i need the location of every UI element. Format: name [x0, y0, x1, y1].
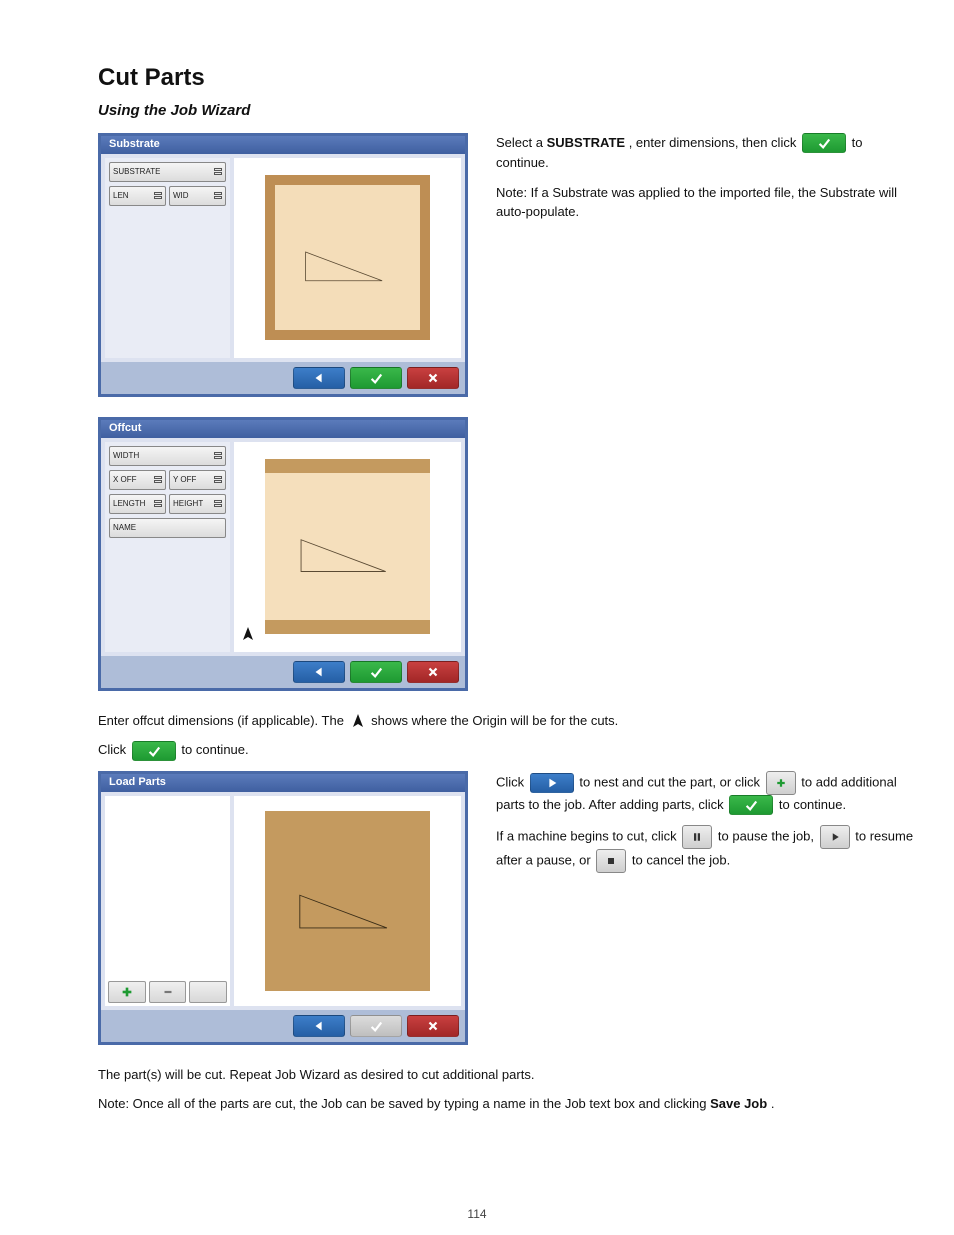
substrate-preview	[234, 158, 461, 358]
footer-p1: The part(s) will be cut. Repeat Job Wiza…	[98, 1065, 874, 1085]
substrate-dialog-footer	[101, 362, 465, 394]
footer-key: Save Job	[710, 1096, 767, 1111]
loadparts-dialog-footer	[101, 1010, 465, 1042]
wedge-shape	[298, 890, 389, 933]
loadparts-btn-row	[105, 978, 230, 1006]
spinner-icon	[214, 452, 222, 459]
substrate-field-label: SUBSTRATE	[113, 166, 160, 178]
play-icon	[530, 773, 574, 793]
spinner-icon	[214, 476, 222, 483]
step8-p1a: Click	[496, 774, 528, 789]
spinner-icon	[214, 500, 222, 507]
offcut-dialog-title: Offcut	[101, 420, 465, 438]
footer-p2b: .	[771, 1096, 775, 1111]
footer-text: The part(s) will be cut. Repeat Job Wiza…	[98, 1065, 874, 1114]
step8-p2d: to cancel the job.	[632, 853, 730, 868]
add-icon	[766, 771, 796, 795]
pause-icon	[682, 825, 712, 849]
page-title: Cut Parts	[98, 60, 914, 96]
step7-p2b: to continue.	[181, 742, 248, 757]
back-button[interactable]	[293, 661, 345, 683]
step8-p2a: If a machine begins to cut, click	[496, 829, 680, 844]
orientation-icon	[240, 626, 256, 648]
loadparts-side-panel	[105, 796, 230, 1006]
substrate-frame	[265, 175, 430, 340]
substrate-side-panel: SUBSTRATE LEN WID	[105, 158, 230, 358]
spinner-icon	[154, 476, 162, 483]
step8-text: Click to nest and cut the part, or click…	[478, 771, 914, 884]
step7-text: Enter offcut dimensions (if applicable).…	[98, 711, 874, 761]
length-field[interactable]: LEN	[109, 186, 166, 206]
offcut-preview	[234, 442, 461, 652]
offcut-width-field[interactable]: WIDTH	[109, 446, 226, 466]
loadparts-frame	[265, 811, 430, 991]
blank-button[interactable]	[189, 981, 227, 1003]
spinner-icon	[154, 192, 162, 199]
back-button[interactable]	[293, 1015, 345, 1037]
substrate-dialog-title: Substrate	[101, 136, 465, 154]
footer-p2a: Note: Once all of the parts are cut, the…	[98, 1096, 710, 1111]
wedge-shape	[298, 538, 389, 573]
offcut-height-field[interactable]: HEIGHT	[169, 494, 226, 514]
step6-p1a: Select a	[496, 135, 547, 150]
add-part-button[interactable]	[108, 981, 146, 1003]
step8-p1d: to continue.	[779, 797, 846, 812]
back-button[interactable]	[293, 367, 345, 389]
page-number: 114	[467, 1205, 486, 1223]
loadparts-preview	[234, 796, 461, 1006]
offcut-frame	[265, 459, 430, 634]
step8-p2b: to pause the job,	[718, 829, 818, 844]
confirm-button-disabled	[350, 1015, 402, 1037]
confirm-icon	[802, 133, 846, 153]
offcut-width-label: WIDTH	[113, 450, 139, 462]
substrate-dialog: Substrate SUBSTRATE LEN	[98, 133, 468, 397]
offcut-dialog: Offcut WIDTH X OFF	[98, 417, 468, 691]
offcut-xoff-field[interactable]: X OFF	[109, 470, 166, 490]
cancel-button[interactable]	[407, 661, 459, 683]
spinner-icon	[154, 500, 162, 507]
step7-p2a: Click	[98, 742, 130, 757]
step6-text: Select a SUBSTRATE , enter dimensions, t…	[478, 133, 914, 232]
step7-p1b: shows where the Origin will be for the c…	[371, 713, 618, 728]
step6-p2: Note: If a Substrate was applied to the …	[496, 183, 914, 222]
width-field-label: WID	[173, 190, 189, 202]
dropdown-icon	[214, 168, 222, 175]
wedge-shape	[304, 249, 384, 284]
offcut-height-label: HEIGHT	[173, 498, 203, 510]
width-field[interactable]: WID	[169, 186, 226, 206]
offcut-name-field[interactable]: NAME	[109, 518, 226, 538]
offcut-side-panel: WIDTH X OFF Y OFF	[105, 442, 230, 652]
offcut-length-label: LENGTH	[113, 498, 145, 510]
offcut-xoff-label: X OFF	[113, 474, 137, 486]
offcut-yoff-label: Y OFF	[173, 474, 196, 486]
resume-icon	[820, 825, 850, 849]
confirm-icon	[132, 741, 176, 761]
remove-part-button[interactable]	[149, 981, 187, 1003]
offcut-yoff-field[interactable]: Y OFF	[169, 470, 226, 490]
step7-p1a: Enter offcut dimensions (if applicable).…	[98, 713, 348, 728]
page-subtitle: Using the Job Wizard	[98, 100, 914, 123]
loadparts-dialog-title: Load Parts	[101, 774, 465, 792]
confirm-button[interactable]	[350, 367, 402, 389]
orientation-icon	[350, 713, 366, 729]
stop-icon	[596, 849, 626, 873]
cancel-button[interactable]	[407, 367, 459, 389]
confirm-button[interactable]	[350, 661, 402, 683]
step6-p1b: , enter dimensions, then click	[629, 135, 800, 150]
cancel-button[interactable]	[407, 1015, 459, 1037]
confirm-icon	[729, 795, 773, 815]
loadparts-dialog: Load Parts	[98, 771, 468, 1045]
offcut-length-field[interactable]: LENGTH	[109, 494, 166, 514]
offcut-name-label: NAME	[113, 522, 136, 534]
offcut-dialog-footer	[101, 656, 465, 688]
length-field-label: LEN	[113, 190, 129, 202]
substrate-field[interactable]: SUBSTRATE	[109, 162, 226, 182]
spinner-icon	[214, 192, 222, 199]
step8-p1b: to nest and cut the part, or click	[579, 774, 763, 789]
step6-key: SUBSTRATE	[547, 135, 625, 150]
